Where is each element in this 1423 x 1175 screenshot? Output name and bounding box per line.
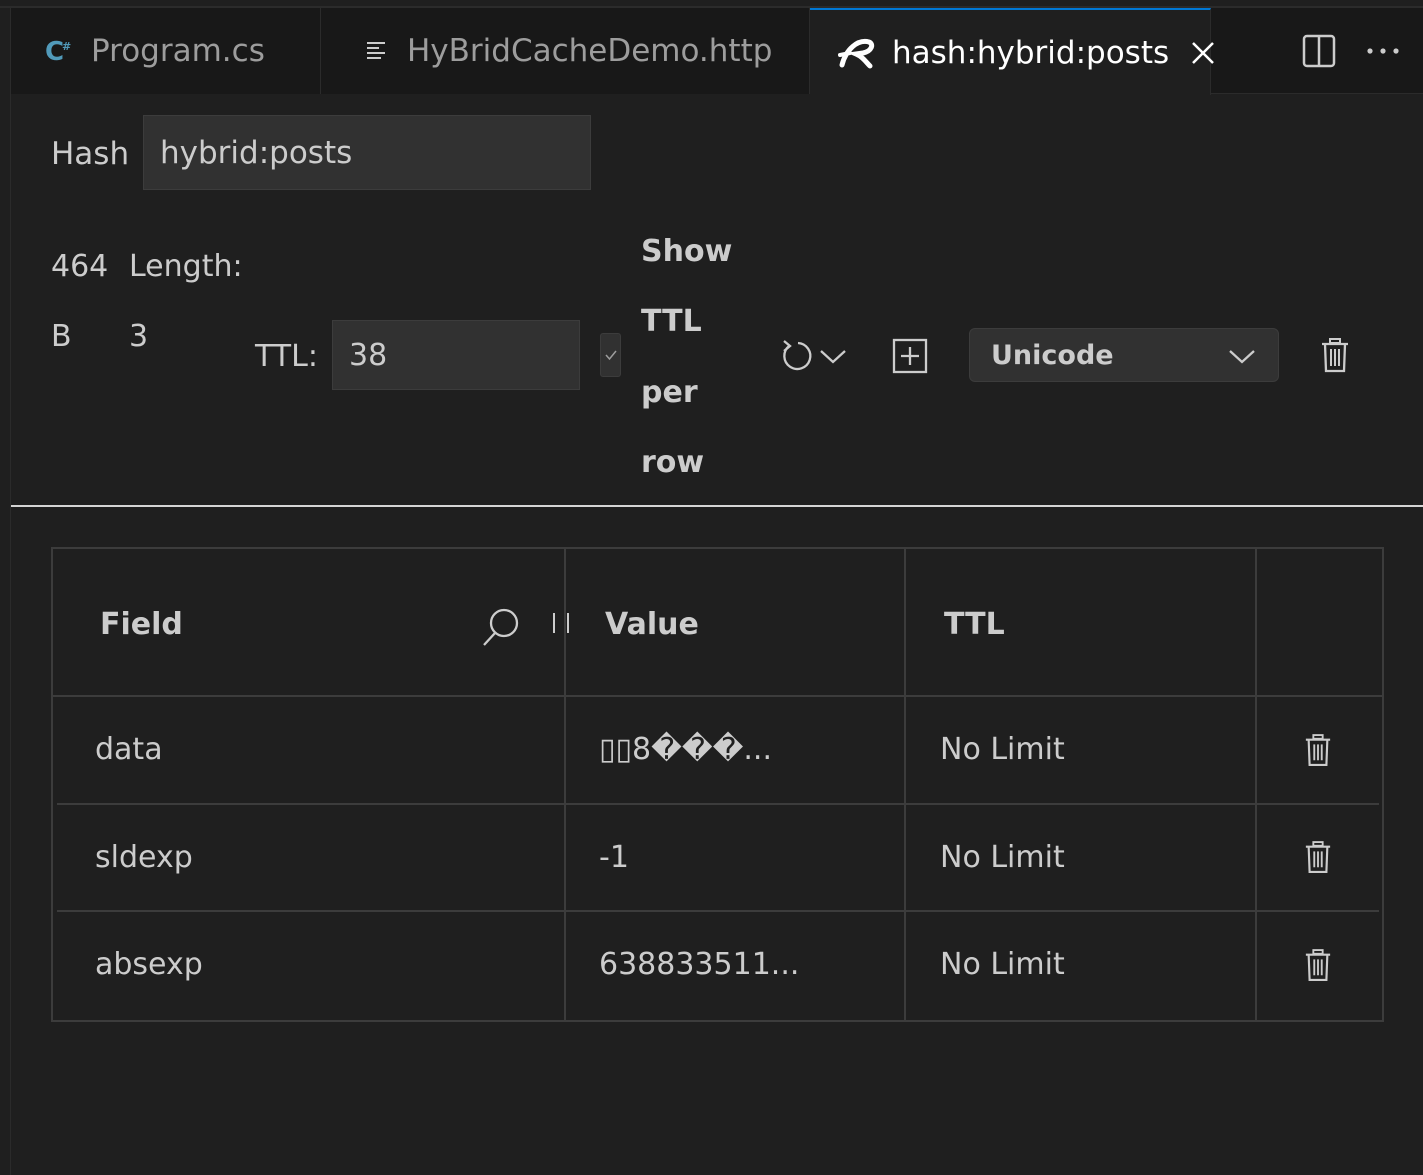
tab-program-cs[interactable]: C # Program.cs	[11, 8, 321, 94]
row-field[interactable]: data	[95, 732, 163, 767]
tab-label: HyBridCacheDemo.http	[407, 33, 773, 69]
add-icon	[892, 338, 928, 374]
row-ttl[interactable]: No Limit	[940, 947, 1065, 982]
encoding-select[interactable]: Unicode	[969, 328, 1279, 382]
hash-fields-table: Field Value TTL data ▯▯8���... No Limit	[51, 547, 1384, 1022]
row-ttl[interactable]: No Limit	[940, 840, 1065, 875]
size-unit: B	[51, 319, 72, 354]
length-label: Length:	[129, 249, 243, 284]
show-ttl-label-line1: Show	[641, 234, 733, 269]
add-field-button[interactable]	[890, 336, 930, 376]
row-field[interactable]: absexp	[95, 947, 203, 982]
hash-label: Hash	[51, 136, 130, 172]
row-value[interactable]: -1	[599, 840, 629, 875]
trash-icon	[1305, 949, 1331, 982]
column-divider	[1255, 549, 1257, 1020]
search-field-button[interactable]	[479, 605, 523, 649]
chevron-down-icon	[820, 350, 846, 364]
lines-icon	[365, 38, 391, 64]
tab-hybridcachedemo-http[interactable]: HyBridCacheDemo.http	[321, 8, 810, 94]
row-field[interactable]: sldexp	[95, 840, 193, 875]
column-header-value[interactable]: Value	[605, 607, 699, 642]
delete-row-button[interactable]	[1300, 730, 1336, 770]
chevron-down-icon	[1228, 342, 1256, 373]
column-header-field[interactable]: Field	[100, 607, 183, 642]
section-divider	[11, 505, 1423, 507]
refresh-button[interactable]	[774, 336, 852, 376]
size-number: 464	[51, 249, 109, 284]
column-resize-handle[interactable]	[553, 613, 569, 633]
show-ttl-checkbox[interactable]	[600, 333, 621, 377]
csharp-icon: C #	[45, 36, 75, 66]
redis-icon	[836, 35, 876, 71]
row-divider	[57, 910, 1379, 912]
hash-key-input[interactable]	[143, 115, 591, 190]
ttl-input[interactable]	[332, 320, 580, 390]
ttl-label: TTL:	[255, 339, 318, 374]
row-value[interactable]: 638833511...	[599, 947, 799, 982]
show-ttl-label-line4: row	[641, 445, 705, 480]
trash-icon	[1305, 734, 1331, 767]
close-icon[interactable]	[1191, 38, 1215, 68]
more-actions-icon[interactable]	[1359, 27, 1407, 75]
trash-icon	[1322, 338, 1348, 373]
split-editor-icon[interactable]	[1295, 27, 1343, 75]
row-value[interactable]: ▯▯8���...	[599, 732, 772, 767]
trash-icon	[1305, 841, 1331, 874]
check-icon	[604, 350, 617, 361]
length-value: 3	[129, 319, 149, 354]
delete-key-button[interactable]	[1316, 334, 1354, 376]
delete-row-button[interactable]	[1300, 837, 1336, 877]
tab-label: Program.cs	[91, 33, 265, 69]
show-ttl-label-line2: TTL	[641, 304, 702, 339]
row-divider	[57, 803, 1379, 805]
show-ttl-label-line3: per	[641, 375, 698, 410]
search-icon	[483, 608, 519, 646]
column-divider	[904, 549, 906, 1020]
tab-bar: C # Program.cs HyBridCacheDemo.http hash…	[11, 8, 1423, 95]
header-divider	[53, 695, 1382, 697]
encoding-selected-value: Unicode	[991, 339, 1114, 371]
tab-hash-hybrid-posts[interactable]: hash:hybrid:posts	[810, 8, 1215, 95]
editor-frame: C # Program.cs HyBridCacheDemo.http hash…	[0, 0, 1423, 1175]
tab-label: hash:hybrid:posts	[892, 34, 1170, 71]
frame-left-border	[10, 8, 11, 1175]
refresh-icon	[783, 340, 812, 371]
row-ttl[interactable]: No Limit	[940, 732, 1065, 767]
svg-text:#: #	[62, 40, 71, 53]
editor-actions	[1295, 8, 1423, 94]
column-header-ttl[interactable]: TTL	[944, 607, 1005, 642]
delete-row-button[interactable]	[1300, 945, 1336, 985]
